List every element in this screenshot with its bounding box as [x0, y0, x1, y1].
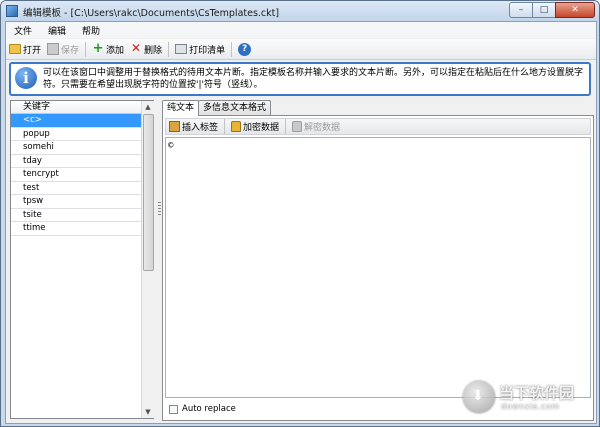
title-bar[interactable]: 编辑模板 - [C:\Users\rakc\Documents\CsTempla… [1, 1, 599, 21]
open-button[interactable]: 打开 [6, 40, 44, 58]
toolbar-separator [224, 119, 226, 134]
window-title: 编辑模板 - [C:\Users\rakc\Documents\CsTempla… [23, 8, 280, 19]
toolbar-separator [85, 41, 87, 57]
folder-open-icon [9, 44, 21, 54]
open-label: 打开 [23, 45, 42, 56]
unlock-icon [292, 121, 303, 132]
scroll-down-icon[interactable]: ▼ [142, 406, 154, 418]
lock-icon [231, 121, 242, 132]
format-tabs: 纯文本 多信息文本格式 [162, 100, 272, 116]
keyword-rows: <c> popup somehi tday tencrypt test tpsw… [11, 114, 141, 236]
save-button[interactable]: 保存 [44, 40, 82, 58]
toolbar-separator [231, 41, 233, 57]
toolbar-separator [285, 119, 287, 134]
close-button[interactable]: ✕ [555, 2, 595, 18]
help-button[interactable]: ? [235, 40, 256, 58]
keyword-row[interactable]: tsite [11, 209, 141, 222]
auto-replace-checkbox[interactable] [169, 404, 178, 414]
download-arrow-icon: ⬇ [472, 388, 484, 404]
print-label: 打印清单 [189, 45, 226, 56]
list-scrollbar[interactable]: ▲ ▼ [141, 101, 154, 418]
editor-toolbar: 插入标签 加密数据 解密数据 [165, 118, 591, 135]
site-watermark: ⬇ 当下软件园 downxia.com [463, 381, 591, 417]
encrypt-label: 加密数据 [243, 123, 280, 133]
keyword-list: 关键字 <c> popup somehi tday tencrypt test … [10, 100, 154, 419]
delete-label: 删除 [144, 45, 163, 56]
minimize-button[interactable]: – [509, 2, 533, 18]
delete-x-icon: ✕ [131, 41, 142, 55]
printer-icon [175, 44, 188, 54]
watermark-title: 当下软件园 [499, 384, 575, 402]
tab-plain-text[interactable]: 纯文本 [162, 100, 200, 116]
add-label: 添加 [106, 45, 125, 56]
decrypt-label: 解密数据 [304, 123, 341, 133]
keyword-row[interactable]: tpsw [11, 195, 141, 209]
client-area: 文件 编辑 帮助 打开 保存 + 添加 ✕ 删除 打印清单 ? i 可以在该窗口… [5, 21, 597, 424]
app-window: 编辑模板 - [C:\Users\rakc\Documents\CsTempla… [0, 0, 600, 427]
tag-icon [169, 121, 180, 132]
encrypt-button[interactable]: 加密数据 [228, 118, 282, 136]
scroll-up-icon[interactable]: ▲ [142, 101, 154, 113]
maximize-button[interactable]: □ [532, 2, 556, 18]
menu-edit[interactable]: 编辑 [40, 22, 74, 38]
delete-button[interactable]: ✕ 删除 [127, 40, 165, 58]
toolbar-separator [168, 41, 170, 57]
keyword-row[interactable]: test [11, 182, 141, 195]
keyword-row[interactable]: tencrypt [11, 168, 141, 182]
menu-file[interactable]: 文件 [6, 22, 40, 38]
watermark-logo: ⬇ [463, 381, 495, 413]
save-disk-icon [47, 43, 60, 55]
splitter-handle[interactable] [158, 202, 161, 216]
editor-panel: 插入标签 加密数据 解密数据 © Auto replace [162, 115, 594, 421]
menu-bar: 文件 编辑 帮助 [6, 22, 596, 38]
menu-help[interactable]: 帮助 [74, 22, 108, 38]
insert-tag-label: 插入标签 [182, 123, 219, 133]
watermark-domain: downxia.com [501, 402, 560, 411]
info-banner: i 可以在该窗口中调整用于替换格式的待用文本片断。指定模板名称并输入要求的文本片… [9, 62, 591, 96]
keyword-row[interactable]: somehi [11, 141, 141, 155]
keyword-row[interactable]: <c> [11, 114, 141, 128]
help-icon: ? [238, 42, 252, 56]
add-button[interactable]: + 添加 [89, 40, 127, 58]
window-controls: – □ ✕ [509, 2, 595, 18]
auto-replace-option[interactable]: Auto replace [169, 404, 236, 414]
decrypt-button[interactable]: 解密数据 [289, 118, 343, 136]
scrollbar-thumb[interactable] [143, 114, 154, 271]
auto-replace-label: Auto replace [182, 404, 236, 414]
plus-icon: + [92, 41, 104, 56]
info-icon: i [15, 67, 37, 89]
save-label: 保存 [61, 45, 80, 56]
keyword-row[interactable]: tday [11, 155, 141, 168]
template-text-editor[interactable]: © [165, 137, 591, 398]
main-toolbar: 打开 保存 + 添加 ✕ 删除 打印清单 ? [6, 39, 596, 60]
insert-tag-button[interactable]: 插入标签 [166, 118, 221, 136]
print-list-button[interactable]: 打印清单 [172, 40, 228, 58]
keyword-column-header[interactable]: 关键字 [11, 101, 141, 114]
tab-rich-text[interactable]: 多信息文本格式 [198, 100, 272, 115]
keyword-row[interactable]: popup [11, 128, 141, 141]
info-text: 可以在该窗口中调整用于替换格式的待用文本片断。指定模板名称并输入要求的文本片断。… [43, 68, 584, 90]
keyword-row[interactable]: ttime [11, 222, 141, 236]
app-icon [6, 5, 18, 17]
